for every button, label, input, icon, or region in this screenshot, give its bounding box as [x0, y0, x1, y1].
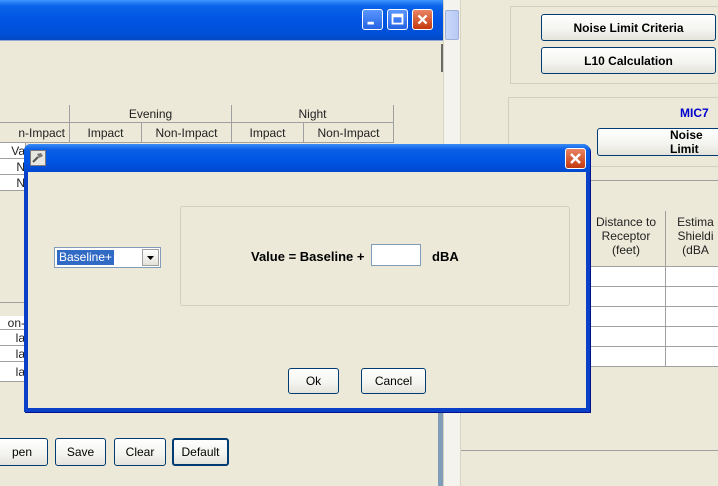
table-cell[interactable]	[586, 347, 666, 367]
save-button[interactable]: Save	[55, 438, 106, 466]
close-icon[interactable]	[412, 9, 433, 30]
mode-dropdown[interactable]: Baseline+	[54, 247, 161, 268]
chevron-down-icon[interactable]	[142, 249, 159, 266]
background-window-titlebar	[0, 0, 443, 40]
table-cell[interactable]	[586, 287, 666, 307]
table-cell[interactable]	[666, 327, 718, 347]
table-cell[interactable]	[586, 267, 666, 287]
table-cell[interactable]	[586, 327, 666, 347]
baseline-dialog: Baseline+ Value = Baseline + dBA Ok Canc…	[24, 144, 590, 412]
table-cell: la	[0, 330, 26, 346]
dialog-body: Baseline+ Value = Baseline + dBA Ok Canc…	[28, 172, 586, 408]
cancel-button[interactable]: Cancel	[361, 368, 426, 394]
group-header-night: Night	[232, 105, 394, 123]
l10-calculation-button[interactable]: L10 Calculation	[541, 47, 716, 74]
noise-limit-button[interactable]: Noise Limit	[597, 128, 718, 156]
unit-label: dBA	[432, 249, 459, 264]
clear-button[interactable]: Clear	[114, 438, 166, 466]
default-button[interactable]: Default	[172, 438, 229, 466]
column-header: Non-Impact	[304, 123, 394, 143]
divider	[0, 302, 26, 303]
column-header-shielding: Estima Shieldi (dBA	[666, 211, 718, 267]
maximize-icon[interactable]	[387, 9, 408, 30]
open-button[interactable]: pen	[0, 438, 48, 466]
mode-dropdown-value: Baseline+	[57, 250, 115, 265]
baseline-offset-input[interactable]	[371, 244, 421, 266]
formula-group: Value = Baseline + dBA	[180, 206, 570, 306]
column-header: Non-Impact	[142, 123, 232, 143]
table-cell: Va	[0, 143, 26, 159]
table-cell: la	[0, 346, 26, 362]
ok-button[interactable]: Ok	[288, 368, 339, 394]
table-cell: N	[0, 159, 26, 175]
divider	[461, 450, 718, 451]
scrollbar-thumb[interactable]	[445, 10, 459, 40]
hammer-icon	[30, 150, 46, 166]
table-cell[interactable]	[586, 307, 666, 327]
table-cell: N	[0, 175, 26, 191]
noise-limit-criteria-button[interactable]: Noise Limit Criteria	[541, 14, 716, 41]
table-cell: la	[0, 362, 26, 382]
table-cell[interactable]	[666, 307, 718, 327]
formula-label: Value = Baseline +	[251, 249, 365, 264]
column-header: n-Impact	[0, 123, 70, 143]
column-header: Impact	[70, 123, 142, 143]
mic-label: MIC7	[680, 106, 709, 120]
close-icon[interactable]	[565, 148, 586, 169]
minimize-icon[interactable]	[362, 9, 383, 30]
table-cell: on-	[0, 316, 26, 330]
group-header-evening: Evening	[70, 105, 232, 123]
table-cell[interactable]	[666, 267, 718, 287]
dialog-titlebar[interactable]	[24, 144, 590, 172]
table-cell[interactable]	[666, 287, 718, 307]
table-cell[interactable]	[666, 347, 718, 367]
column-header-distance: Distance to Receptor (feet)	[586, 211, 666, 267]
titlebar-divider	[0, 40, 443, 41]
column-header: Impact	[232, 123, 304, 143]
